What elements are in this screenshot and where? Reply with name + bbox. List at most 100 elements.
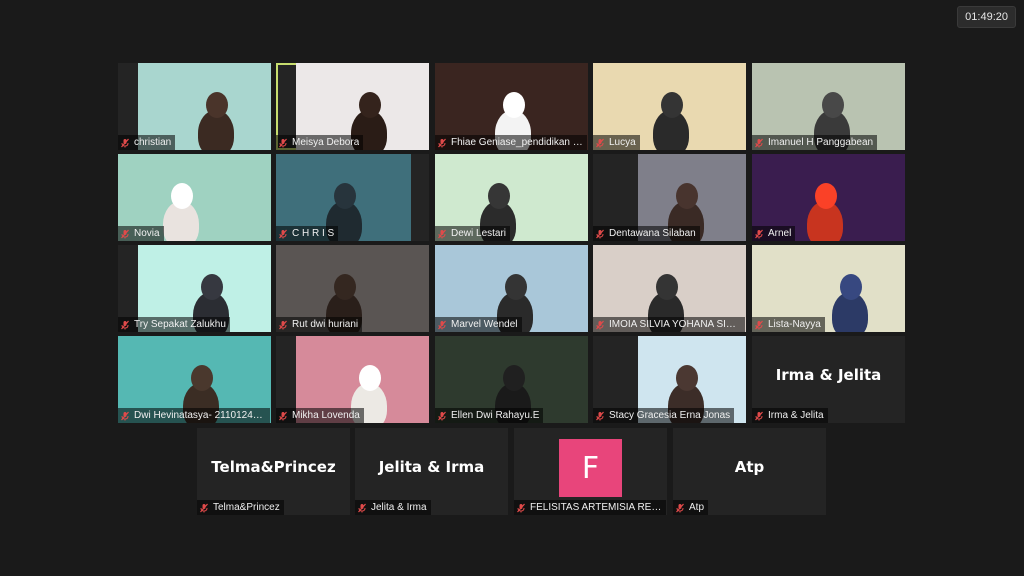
meeting-timer: 01:49:20 [957, 6, 1016, 28]
participant-display-name: Telma&Princez [211, 458, 336, 476]
mic-muted-icon [279, 320, 287, 329]
mic-muted-icon [279, 411, 287, 420]
participant-name-bar: Dewi Lestari [435, 226, 511, 241]
participant-name-bar: Rut dwi huriani [276, 317, 363, 332]
participant-name: Dentawana Silaban [609, 228, 696, 239]
mic-muted-icon [596, 411, 604, 420]
participant-name-bar: Dentawana Silaban [593, 226, 700, 241]
participant-name-bar: christian [118, 135, 176, 150]
mic-muted-icon [279, 229, 287, 238]
participant-tile[interactable]: Telma&Princez Telma&Princez [197, 428, 350, 515]
participant-name-bar: Jelita & Irma [355, 500, 431, 515]
participant-tile[interactable]: Lucya [593, 63, 746, 150]
participant-name: Fhiae Geniase_pendidikan ki... [451, 137, 583, 148]
participant-tile[interactable]: Irma & Jelita Irma & Jelita [752, 336, 905, 423]
participant-name: Jelita & Irma [371, 502, 427, 513]
participant-name: Mikha Lovenda [292, 410, 360, 421]
participant-tile[interactable]: IMOIA SILVIA YOHANA SIMA... [593, 245, 746, 332]
participant-name: christian [134, 137, 172, 148]
participant-tile[interactable]: Jelita & Irma Jelita & Irma [355, 428, 508, 515]
participant-name-bar: Novia [118, 226, 164, 241]
participant-tile[interactable]: Try Sepakat Zalukhu [118, 245, 271, 332]
participant-tile[interactable]: Mikha Lovenda [276, 336, 429, 423]
participant-tile[interactable]: Meisya Debora [276, 63, 429, 150]
participant-name-bar: Atp [673, 500, 709, 515]
participant-name: Dewi Lestari [451, 228, 507, 239]
participant-name-bar: Fhiae Geniase_pendidikan ki... [435, 135, 587, 150]
participant-name-bar: Meisya Debora [276, 135, 364, 150]
participant-display-name: Jelita & Irma [378, 458, 485, 476]
participant-name: Stacy Gracesia Erna Jonas [609, 410, 731, 421]
participant-name: Atp [689, 502, 705, 513]
participant-tile[interactable]: C H R I S [276, 154, 429, 241]
participant-tile[interactable]: F FELISITAS ARTEMISIA RERUN... [514, 428, 667, 515]
participant-name: Rut dwi huriani [292, 319, 359, 330]
participant-tile[interactable]: Marvel Wendel [435, 245, 588, 332]
participant-figure [198, 110, 234, 150]
participant-name: FELISITAS ARTEMISIA RERUN... [530, 502, 662, 513]
participant-name-bar: Try Sepakat Zalukhu [118, 317, 230, 332]
mic-muted-icon [438, 138, 446, 147]
mic-muted-icon [596, 320, 604, 329]
mic-muted-icon [596, 229, 604, 238]
mic-muted-icon [755, 320, 763, 329]
mic-muted-icon [279, 138, 287, 147]
participant-name: Novia [134, 228, 160, 239]
participant-name: Meisya Debora [292, 137, 360, 148]
participant-name-bar: Stacy Gracesia Erna Jonas [593, 408, 735, 423]
participant-tile[interactable]: Arnel [752, 154, 905, 241]
participant-name: Telma&Princez [213, 502, 280, 513]
participant-figure [832, 292, 868, 332]
mic-muted-icon [358, 503, 366, 512]
mic-muted-icon [438, 320, 446, 329]
participant-tile[interactable]: Imanuel H Panggabean [752, 63, 905, 150]
participant-tile[interactable]: Atp Atp [673, 428, 826, 515]
mic-muted-icon [121, 411, 129, 420]
participant-name-bar: FELISITAS ARTEMISIA RERUN... [514, 500, 666, 515]
mic-muted-icon [676, 503, 684, 512]
participant-tile[interactable]: christian [118, 63, 271, 150]
participant-tile[interactable]: Lista-Nayya [752, 245, 905, 332]
participant-name-bar: C H R I S [276, 226, 339, 241]
mic-muted-icon [438, 229, 446, 238]
participant-tile[interactable]: Fhiae Geniase_pendidikan ki... [435, 63, 588, 150]
participant-name-bar: Lista-Nayya [752, 317, 825, 332]
participant-name: Ellen Dwi Rahayu.E [451, 410, 540, 421]
participant-figure [807, 201, 843, 241]
mic-muted-icon [438, 411, 446, 420]
participant-name-bar: Arnel [752, 226, 796, 241]
participant-name: Marvel Wendel [451, 319, 518, 330]
participant-figure [653, 110, 689, 150]
participant-name: IMOIA SILVIA YOHANA SIMA... [609, 319, 741, 330]
participant-name: C H R I S [292, 228, 335, 239]
participant-name-bar: Lucya [593, 135, 640, 150]
participant-name-bar: IMOIA SILVIA YOHANA SIMA... [593, 317, 745, 332]
mic-muted-icon [755, 411, 763, 420]
participant-display-name: Atp [734, 458, 765, 476]
participant-name-bar: Marvel Wendel [435, 317, 522, 332]
participant-tile[interactable]: Dentawana Silaban [593, 154, 746, 241]
participant-name-bar: Ellen Dwi Rahayu.E [435, 408, 544, 423]
participant-tile[interactable]: Dwi Hevinatasya- 21101242... [118, 336, 271, 423]
participant-tile[interactable]: Rut dwi huriani [276, 245, 429, 332]
participant-display-name: Irma & Jelita [775, 366, 882, 384]
mic-muted-icon [755, 138, 763, 147]
participant-name: Irma & Jelita [768, 410, 824, 421]
mic-muted-icon [200, 503, 208, 512]
participant-tile[interactable]: Dewi Lestari [435, 154, 588, 241]
participant-name-bar: Telma&Princez [197, 500, 284, 515]
participant-name-bar: Mikha Lovenda [276, 408, 364, 423]
participant-name: Lista-Nayya [768, 319, 821, 330]
participant-name: Try Sepakat Zalukhu [134, 319, 226, 330]
mic-muted-icon [755, 229, 763, 238]
participant-tile[interactable]: Novia [118, 154, 271, 241]
mic-muted-icon [596, 138, 604, 147]
mic-muted-icon [121, 320, 129, 329]
participant-name: Dwi Hevinatasya- 21101242... [134, 410, 266, 421]
participant-figure [163, 201, 199, 241]
mic-muted-icon [121, 229, 129, 238]
participant-tile[interactable]: Ellen Dwi Rahayu.E [435, 336, 588, 423]
mic-muted-icon [121, 138, 129, 147]
participant-name-bar: Dwi Hevinatasya- 21101242... [118, 408, 270, 423]
participant-tile[interactable]: Stacy Gracesia Erna Jonas [593, 336, 746, 423]
